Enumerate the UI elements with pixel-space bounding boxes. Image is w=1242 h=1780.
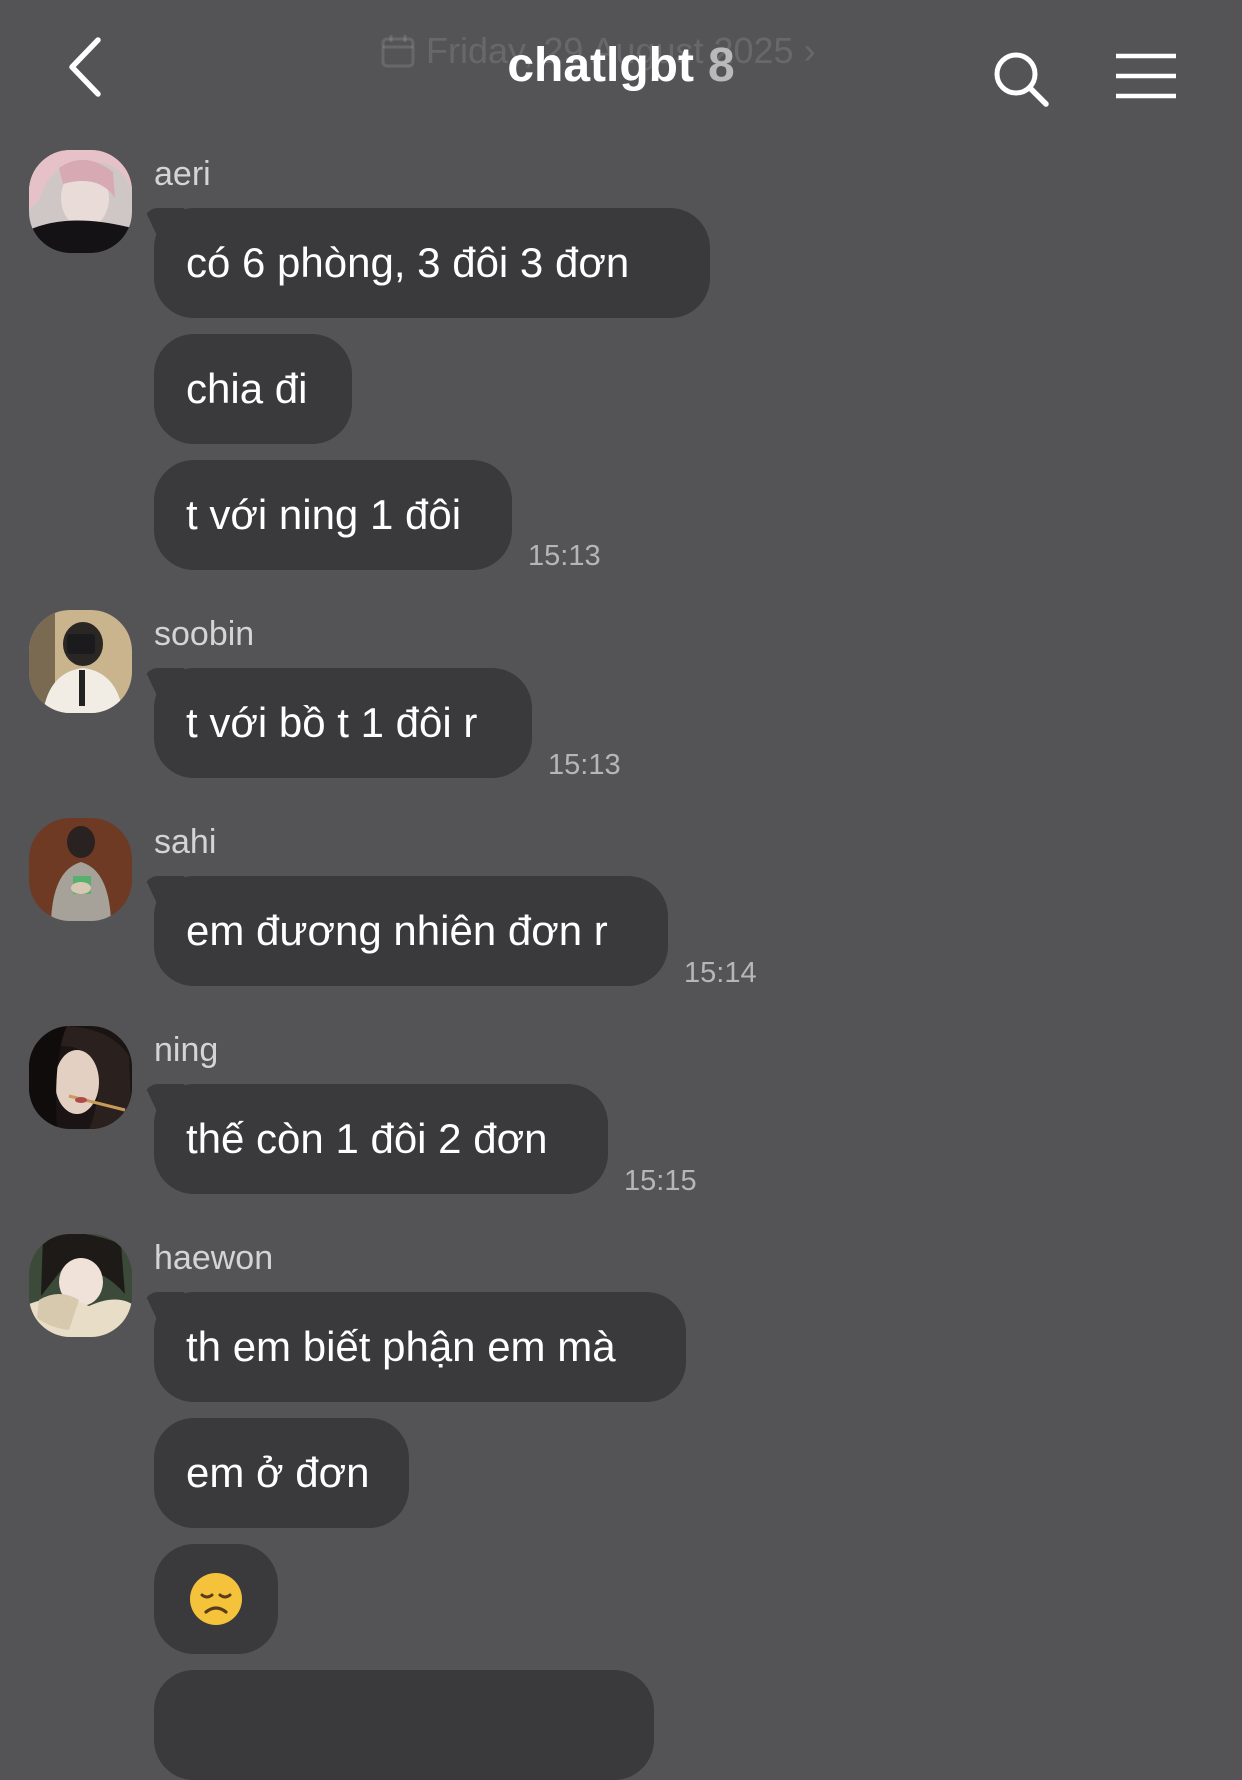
chat-name: chatlgbt: [507, 39, 694, 92]
message-bubble[interactable]: có 6 phòng, 3 đôi 3 đơn: [154, 208, 710, 318]
sender-name: sahi: [154, 823, 217, 861]
message-text: th em biết phận em mà: [186, 1323, 616, 1370]
chat-header: Friday, 29 August 2025 › chatlgbt 8: [0, 0, 1242, 140]
message-bubble[interactable]: em đương nhiên đơn r: [154, 876, 668, 986]
avatar[interactable]: [29, 818, 132, 921]
message-text: chia đi: [186, 365, 308, 412]
avatar[interactable]: [29, 1234, 132, 1337]
message-text: em ở đơn: [186, 1449, 370, 1496]
message-text: thế còn 1 đôi 2 đơn: [186, 1115, 548, 1162]
sender-name: ning: [154, 1031, 219, 1069]
avatar[interactable]: [29, 150, 132, 253]
message-text: em đương nhiên đơn r: [186, 907, 608, 954]
search-icon: [994, 52, 1049, 107]
member-count: 8: [707, 39, 735, 92]
message-bubble[interactable]: em ở đơn: [154, 1418, 409, 1528]
sender-name: aeri: [154, 155, 211, 193]
message-text: có 6 phòng, 3 đôi 3 đơn: [186, 239, 630, 286]
message-timestamp: 15:15: [624, 1165, 697, 1197]
message-timestamp: 15:13: [528, 540, 601, 572]
search-button[interactable]: [992, 50, 1050, 108]
message-bubble[interactable]: chia đi: [154, 334, 352, 444]
message-text: t với ning 1 đôi: [186, 491, 462, 538]
message-bubble[interactable]: th em biết phận em mà: [154, 1292, 686, 1402]
message-timestamp: 15:13: [548, 749, 621, 781]
sender-name: haewon: [154, 1239, 274, 1277]
avatar[interactable]: [29, 1026, 132, 1129]
message-bubble[interactable]: thế còn 1 đôi 2 đơn: [154, 1084, 608, 1194]
disappointed-face-emoji: [190, 1573, 242, 1625]
message-text: t với bồ t 1 đôi r: [186, 699, 478, 746]
hamburger-menu-icon: [1116, 53, 1176, 99]
message-bubble[interactable]: t với ning 1 đôi: [154, 460, 512, 570]
message-timestamp: 15:14: [684, 957, 757, 989]
message-bubble[interactable]: t với bồ t 1 đôi r: [154, 668, 532, 778]
chat-title[interactable]: chatlgbt 8: [0, 36, 1242, 96]
message-bubble-partial[interactable]: [154, 1670, 654, 1780]
message-bubble[interactable]: [154, 1544, 278, 1654]
menu-button[interactable]: [1114, 52, 1178, 100]
sender-name: soobin: [154, 615, 255, 653]
avatar[interactable]: [29, 610, 132, 713]
